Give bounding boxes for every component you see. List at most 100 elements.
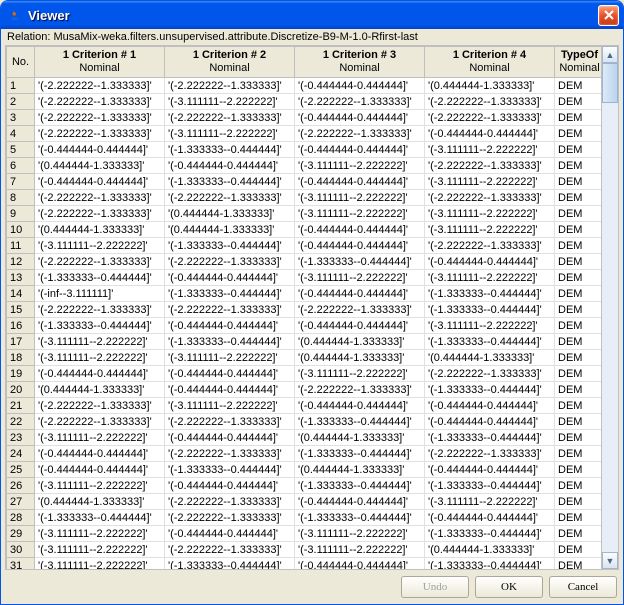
cell[interactable]: '(-0.444444-0.444444]': [295, 222, 425, 238]
cell[interactable]: '(-2.222222--1.333333]': [165, 190, 295, 206]
cell[interactable]: '(-3.111111--2.222222]': [35, 478, 165, 494]
cell-typeof[interactable]: DEM: [555, 94, 602, 110]
row-number[interactable]: 17: [7, 334, 35, 350]
cell-typeof[interactable]: DEM: [555, 78, 602, 94]
table-row[interactable]: 25'(-0.444444-0.444444]''(-1.333333--0.4…: [7, 462, 602, 478]
cell[interactable]: '(0.444444-1.333333]': [295, 462, 425, 478]
undo-button[interactable]: Undo: [401, 576, 469, 598]
table-row[interactable]: 19'(-0.444444-0.444444]''(-0.444444-0.44…: [7, 366, 602, 382]
vertical-scrollbar[interactable]: ▲ ▼: [601, 46, 618, 569]
cell[interactable]: '(-1.333333--0.444444]': [295, 510, 425, 526]
table-row[interactable]: 10'(0.444444-1.333333]''(0.444444-1.3333…: [7, 222, 602, 238]
cell[interactable]: '(-0.444444-0.444444]': [295, 286, 425, 302]
cell[interactable]: '(-2.222222--1.333333]': [35, 302, 165, 318]
cell-typeof[interactable]: DEM: [555, 190, 602, 206]
cell[interactable]: '(-0.444444-0.444444]': [295, 142, 425, 158]
row-number[interactable]: 10: [7, 222, 35, 238]
cell[interactable]: '(-1.333333--0.444444]': [165, 462, 295, 478]
row-number[interactable]: 7: [7, 174, 35, 190]
cell[interactable]: '(-1.333333--0.444444]': [295, 414, 425, 430]
cell-typeof[interactable]: DEM: [555, 478, 602, 494]
cell[interactable]: '(-3.111111--2.222222]': [295, 206, 425, 222]
cell[interactable]: '(-2.222222--1.333333]': [165, 78, 295, 94]
cell[interactable]: '(-3.111111--2.222222]': [35, 238, 165, 254]
cell[interactable]: '(-3.111111--2.222222]': [35, 350, 165, 366]
cell[interactable]: '(-1.333333--0.444444]': [35, 270, 165, 286]
cell-typeof[interactable]: DEM: [555, 398, 602, 414]
cell-typeof[interactable]: DEM: [555, 174, 602, 190]
cell[interactable]: '(-3.111111--2.222222]': [35, 334, 165, 350]
table-row[interactable]: 14'(-inf--3.111111]''(-1.333333--0.44444…: [7, 286, 602, 302]
cell[interactable]: '(-2.222222--1.333333]': [165, 254, 295, 270]
table-row[interactable]: 23'(-3.111111--2.222222]''(-0.444444-0.4…: [7, 430, 602, 446]
close-button[interactable]: [598, 5, 619, 26]
cell[interactable]: '(-3.111111--2.222222]': [165, 398, 295, 414]
cell-typeof[interactable]: DEM: [555, 382, 602, 398]
cell[interactable]: '(-1.333333--0.444444]': [425, 430, 555, 446]
row-number[interactable]: 16: [7, 318, 35, 334]
cell[interactable]: '(0.444444-1.333333]': [165, 222, 295, 238]
cell[interactable]: '(-2.222222--1.333333]': [165, 542, 295, 558]
cell[interactable]: '(-3.111111--2.222222]': [295, 366, 425, 382]
cell[interactable]: '(0.444444-1.333333]': [425, 542, 555, 558]
cell[interactable]: '(-2.222222--1.333333]': [35, 206, 165, 222]
cell[interactable]: '(-1.333333--0.444444]': [165, 238, 295, 254]
cell[interactable]: '(-3.111111--2.222222]': [425, 222, 555, 238]
cell[interactable]: '(0.444444-1.333333]': [425, 350, 555, 366]
row-number[interactable]: 1: [7, 78, 35, 94]
table-row[interactable]: 18'(-3.111111--2.222222]''(-3.111111--2.…: [7, 350, 602, 366]
scroll-up-button[interactable]: ▲: [602, 46, 618, 63]
cell[interactable]: '(0.444444-1.333333]': [35, 158, 165, 174]
cell[interactable]: '(-3.111111--2.222222]': [35, 558, 165, 569]
table-row[interactable]: 16'(-1.333333--0.444444]''(-0.444444-0.4…: [7, 318, 602, 334]
cell[interactable]: '(-2.222222--1.333333]': [35, 414, 165, 430]
cell[interactable]: '(-1.333333--0.444444]': [425, 302, 555, 318]
cell[interactable]: '(-0.444444-0.444444]': [425, 254, 555, 270]
cell[interactable]: '(-2.222222--1.333333]': [35, 190, 165, 206]
ok-button[interactable]: OK: [475, 576, 543, 598]
cell[interactable]: '(0.444444-1.333333]': [35, 222, 165, 238]
cell[interactable]: '(-1.333333--0.444444]': [425, 382, 555, 398]
cell[interactable]: '(-3.111111--2.222222]': [165, 126, 295, 142]
cell[interactable]: '(-3.111111--2.222222]': [425, 142, 555, 158]
cell[interactable]: '(-2.222222--1.333333]': [165, 302, 295, 318]
cell[interactable]: '(-2.222222--1.333333]': [295, 382, 425, 398]
cell-typeof[interactable]: DEM: [555, 222, 602, 238]
table-row[interactable]: 7'(-0.444444-0.444444]''(-1.333333--0.44…: [7, 174, 602, 190]
cell[interactable]: '(-0.444444-0.444444]': [165, 526, 295, 542]
cell[interactable]: '(-2.222222--1.333333]': [425, 366, 555, 382]
cell[interactable]: '(-0.444444-0.444444]': [295, 110, 425, 126]
cell[interactable]: '(-0.444444-0.444444]': [295, 174, 425, 190]
cell-typeof[interactable]: DEM: [555, 542, 602, 558]
cell-typeof[interactable]: DEM: [555, 270, 602, 286]
cell[interactable]: '(-0.444444-0.444444]': [295, 494, 425, 510]
cell-typeof[interactable]: DEM: [555, 126, 602, 142]
cell[interactable]: '(-2.222222--1.333333]': [425, 238, 555, 254]
cell[interactable]: '(-3.111111--2.222222]': [165, 94, 295, 110]
table-row[interactable]: 12'(-2.222222--1.333333]''(-2.222222--1.…: [7, 254, 602, 270]
table-row[interactable]: 11'(-3.111111--2.222222]''(-1.333333--0.…: [7, 238, 602, 254]
cell[interactable]: '(-3.111111--2.222222]': [295, 190, 425, 206]
cell[interactable]: '(-0.444444-0.444444]': [295, 238, 425, 254]
row-number[interactable]: 21: [7, 398, 35, 414]
cell[interactable]: '(-1.333333--0.444444]': [165, 286, 295, 302]
table-row[interactable]: 6'(0.444444-1.333333]''(-0.444444-0.4444…: [7, 158, 602, 174]
cell[interactable]: '(-2.222222--1.333333]': [165, 494, 295, 510]
cell[interactable]: '(-2.222222--1.333333]': [35, 254, 165, 270]
table-row[interactable]: 15'(-2.222222--1.333333]''(-2.222222--1.…: [7, 302, 602, 318]
cell[interactable]: '(-1.333333--0.444444]': [425, 478, 555, 494]
cell[interactable]: '(-2.222222--1.333333]': [165, 510, 295, 526]
cell-typeof[interactable]: DEM: [555, 206, 602, 222]
cell[interactable]: '(-0.444444-0.444444]': [425, 510, 555, 526]
table-row[interactable]: 26'(-3.111111--2.222222]''(-0.444444-0.4…: [7, 478, 602, 494]
cell[interactable]: '(-2.222222--1.333333]': [425, 94, 555, 110]
row-number[interactable]: 27: [7, 494, 35, 510]
col-header-1[interactable]: 1 Criterion # 1Nominal: [35, 47, 165, 78]
cell-typeof[interactable]: DEM: [555, 366, 602, 382]
table-row[interactable]: 8'(-2.222222--1.333333]''(-2.222222--1.3…: [7, 190, 602, 206]
row-number[interactable]: 6: [7, 158, 35, 174]
cell[interactable]: '(-0.444444-0.444444]': [165, 478, 295, 494]
row-number[interactable]: 14: [7, 286, 35, 302]
cell[interactable]: '(0.444444-1.333333]': [295, 334, 425, 350]
cell[interactable]: '(-3.111111--2.222222]': [35, 542, 165, 558]
